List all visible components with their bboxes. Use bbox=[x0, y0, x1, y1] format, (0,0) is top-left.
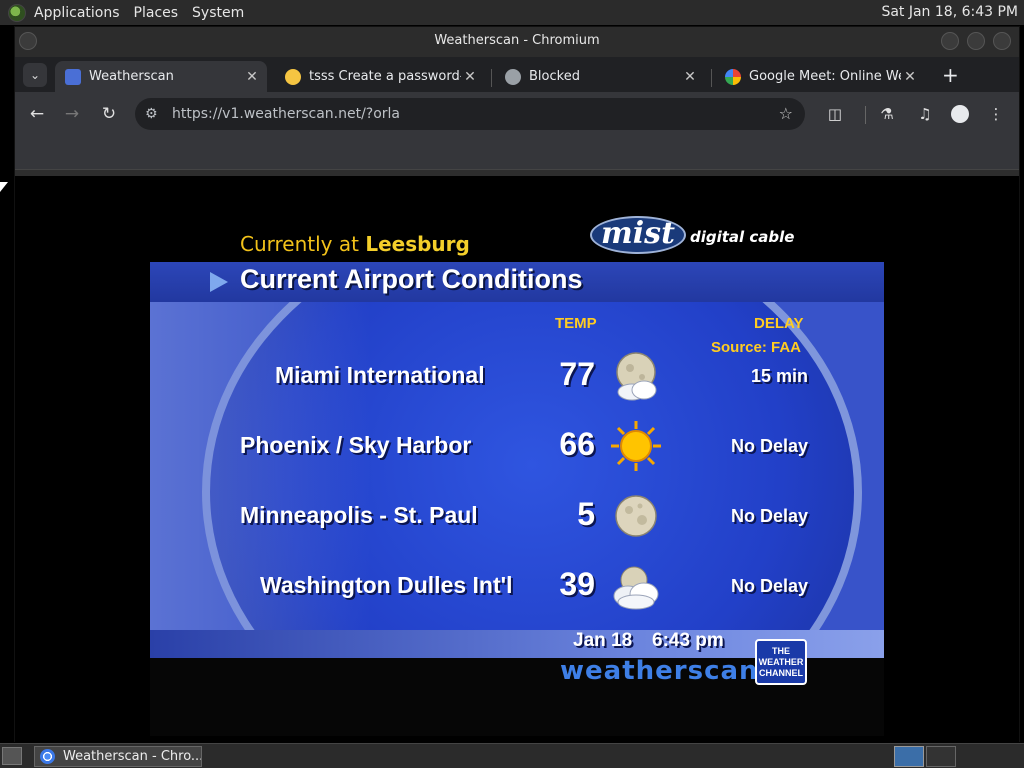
close-tab-icon[interactable]: ✕ bbox=[243, 69, 261, 85]
taskbar-window-label: Weatherscan - Chro... bbox=[63, 749, 202, 764]
currently-at-label: Currently at Leesburg bbox=[240, 232, 470, 256]
location-name: Leesburg bbox=[365, 232, 470, 256]
bookmark-bar bbox=[15, 136, 1019, 170]
google-favicon-icon bbox=[725, 68, 741, 85]
media-queue-icon[interactable]: ♫ bbox=[913, 102, 937, 126]
clear-moon-icon bbox=[615, 495, 657, 537]
tab-password[interactable]: tsss Create a password-p ✕ bbox=[275, 61, 485, 92]
airport-delay: No Delay bbox=[730, 436, 808, 456]
panel-menus: Applications Places System bbox=[34, 5, 244, 21]
bookmark-star-icon[interactable]: ☆ bbox=[779, 98, 793, 130]
back-arrow-icon[interactable]: ← bbox=[25, 102, 49, 126]
tab-label: Google Meet: Online Web bbox=[749, 69, 901, 84]
labs-flask-icon[interactable]: ⚗ bbox=[875, 102, 899, 126]
toolbar-separator bbox=[865, 106, 866, 124]
partly-cloudy-night-icon bbox=[616, 352, 657, 401]
workspace-1[interactable] bbox=[894, 746, 924, 767]
airport-name: Washington Dulles Int'l bbox=[260, 572, 513, 598]
section-title: Current Airport Conditions bbox=[240, 264, 583, 294]
menu-places[interactable]: Places bbox=[134, 5, 179, 21]
window-title: Weatherscan - Chromium bbox=[434, 33, 600, 48]
bottom-taskbar: Weatherscan - Chro... bbox=[0, 743, 1024, 768]
tab-separator bbox=[491, 69, 492, 87]
address-bar[interactable]: ⚙ https://v1.weatherscan.net/?orla ☆ bbox=[135, 98, 805, 130]
play-arrow-icon bbox=[210, 272, 228, 292]
window-menu-icon[interactable] bbox=[19, 32, 37, 50]
distro-logo-icon[interactable] bbox=[8, 3, 26, 22]
close-tab-icon[interactable]: ✕ bbox=[901, 69, 919, 85]
reload-icon[interactable]: ↻ bbox=[97, 102, 121, 126]
mouse-cursor-icon bbox=[0, 182, 8, 192]
browser-toolbar: ← → ↻ ⚙ https://v1.weatherscan.net/?orla… bbox=[15, 92, 1019, 136]
tab-blocked[interactable]: Blocked ✕ bbox=[495, 61, 705, 92]
tab-search-chevron-down-icon[interactable]: ⌄ bbox=[23, 63, 47, 87]
section-header: Current Airport Conditions bbox=[150, 262, 884, 302]
tab-label: Weatherscan bbox=[89, 69, 174, 84]
temp-column-header: TEMP bbox=[555, 315, 597, 332]
panel-clock[interactable]: Sat Jan 18, 6:43 PM bbox=[881, 4, 1018, 20]
airport-delay: No Delay bbox=[730, 506, 808, 526]
tab-strip: ⌄ Weatherscan ✕ tsss Create a password-p… bbox=[15, 57, 1019, 92]
airport-temp: 66 bbox=[559, 426, 595, 462]
sunny-icon bbox=[611, 421, 661, 471]
tab-label: Blocked bbox=[529, 69, 580, 84]
airport-name: Minneapolis - St. Paul bbox=[240, 502, 478, 528]
menu-system[interactable]: System bbox=[192, 5, 244, 21]
window-controls bbox=[941, 32, 1011, 50]
minimize-icon[interactable] bbox=[941, 32, 959, 50]
forward-arrow-icon[interactable]: → bbox=[60, 102, 84, 126]
chromium-icon bbox=[40, 749, 55, 764]
profile-avatar-icon[interactable] bbox=[948, 102, 972, 126]
taskbar-window-button[interactable]: Weatherscan - Chro... bbox=[34, 746, 202, 767]
weatherscan-logo: weatherscan bbox=[560, 656, 759, 686]
window-titlebar[interactable]: Weatherscan - Chromium bbox=[15, 27, 1019, 57]
airport-name: Phoenix / Sky Harbor bbox=[240, 432, 472, 458]
browser-window: Weatherscan - Chromium ⌄ Weatherscan ✕ t… bbox=[14, 26, 1020, 742]
emoji-favicon-icon bbox=[285, 68, 301, 85]
menu-kebab-icon[interactable]: ⋮ bbox=[984, 102, 1008, 126]
new-tab-plus-icon[interactable]: + bbox=[942, 65, 959, 85]
show-desktop-icon[interactable] bbox=[2, 747, 22, 765]
close-tab-icon[interactable]: ✕ bbox=[461, 69, 479, 85]
source-label: Source: FAA bbox=[711, 339, 802, 356]
tab-label: tsss Create a password-p bbox=[309, 69, 461, 84]
airport-delay: No Delay bbox=[730, 576, 808, 596]
workspace-2[interactable] bbox=[926, 746, 956, 767]
delay-column-header: DELAY bbox=[754, 315, 804, 332]
extensions-puzzle-icon[interactable]: ◫ bbox=[823, 102, 847, 126]
airport-name: Miami International bbox=[275, 362, 485, 388]
airport-temp: 39 bbox=[559, 566, 595, 602]
tab-google-meet[interactable]: Google Meet: Online Web ✕ bbox=[715, 61, 925, 92]
weather-channel-logo: THE WEATHER CHANNEL bbox=[755, 639, 807, 685]
maximize-icon[interactable] bbox=[967, 32, 985, 50]
cloudy-icon bbox=[613, 566, 659, 610]
currently-prefix: Currently at bbox=[240, 232, 359, 256]
weatherscan-video[interactable]: Currently at Leesburg mist digital cable… bbox=[150, 184, 884, 736]
airport-temp: 77 bbox=[559, 356, 595, 392]
mist-logo: mist bbox=[590, 216, 686, 254]
top-panel: Applications Places System Sat Jan 18, 6… bbox=[0, 0, 1024, 25]
site-info-tune-icon[interactable]: ⚙ bbox=[145, 98, 158, 130]
globe-icon bbox=[505, 68, 521, 85]
tab-weatherscan[interactable]: Weatherscan ✕ bbox=[55, 61, 267, 92]
url-text[interactable]: https://v1.weatherscan.net/?orla bbox=[172, 98, 400, 130]
tab-separator bbox=[711, 69, 712, 87]
weatherscan-favicon-icon bbox=[65, 68, 81, 85]
menu-applications[interactable]: Applications bbox=[34, 5, 120, 21]
mist-subtitle: digital cable bbox=[690, 228, 795, 246]
close-tab-icon[interactable]: ✕ bbox=[681, 69, 699, 85]
current-time: 6:43 pm bbox=[652, 630, 724, 651]
airport-temp: 5 bbox=[577, 496, 595, 532]
close-window-icon[interactable] bbox=[993, 32, 1011, 50]
current-date: Jan 18 bbox=[573, 630, 633, 651]
airport-delay: 15 min bbox=[750, 366, 808, 386]
page-content: Currently at Leesburg mist digital cable… bbox=[15, 176, 1019, 742]
